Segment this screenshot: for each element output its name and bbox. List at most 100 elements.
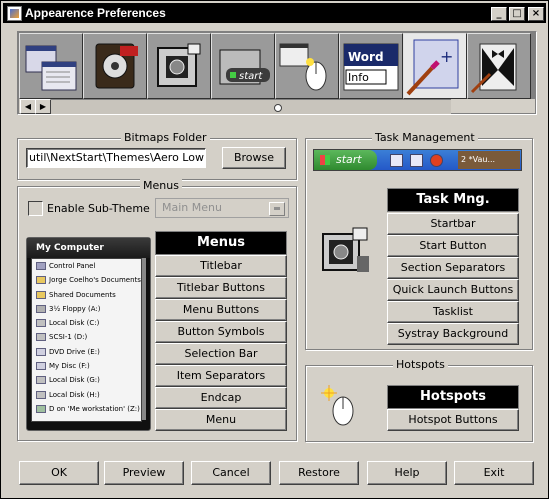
network-drive-icon [36, 404, 46, 413]
hotspot-buttons-button[interactable]: Hotspot Buttons [387, 409, 519, 431]
scroll-track[interactable] [51, 99, 451, 114]
category-icon-strip: start Word Info + ◀ ▶ [17, 31, 537, 115]
disc-icon [36, 362, 46, 371]
item-separators-button[interactable]: Item Separators [155, 365, 287, 387]
disk-icon [36, 376, 46, 385]
start-button-preview: start [314, 150, 377, 170]
maximize-button[interactable]: □ [509, 7, 525, 21]
bitmaps-folder-label: Bitmaps Folder [121, 131, 210, 144]
folder-icon [36, 276, 46, 285]
button-symbols-button[interactable]: Button Symbols [155, 321, 287, 343]
skins-tile[interactable]: + [403, 33, 467, 99]
start-button-button[interactable]: Start Button [387, 235, 519, 257]
svg-text:+: + [440, 47, 453, 66]
start-button-icon: start [219, 49, 270, 85]
exit-button[interactable]: Exit [454, 461, 534, 485]
cancel-button[interactable]: Cancel [191, 461, 271, 485]
taskmng-camera-icon [322, 227, 369, 272]
folder-icon [36, 290, 46, 299]
bitmaps-folder-path-field[interactable]: util\NextStart\Themes\Aero LowRes\ [26, 148, 206, 168]
minimize-button[interactable]: _ [491, 7, 507, 21]
menus-group-label: Menus [140, 179, 182, 192]
list-item: Local Disk (H:) [32, 388, 141, 402]
sub-theme-select[interactable]: Main Menu [155, 198, 289, 218]
menus-tile[interactable] [19, 33, 83, 99]
list-item: Control Panel [32, 259, 141, 273]
dvd-icon [36, 347, 46, 356]
sub-theme-select-value: Main Menu [162, 201, 222, 214]
start-text: start [336, 153, 362, 166]
list-item: My Disc (F:) [32, 359, 141, 373]
selection-bar-button[interactable]: Selection Bar [155, 343, 287, 365]
hotspots-header: Hotspots [387, 385, 519, 409]
windows-logo-icon [320, 155, 330, 165]
disk-icon [36, 390, 46, 399]
list-item: Shared Documents [32, 288, 141, 302]
list-item: D on 'Me workstation' (Z:) [32, 402, 141, 416]
titlebar-buttons-button[interactable]: Titlebar Buttons [155, 277, 287, 299]
hotspot-mouse-icon [321, 385, 354, 426]
tuxedo-tile[interactable] [467, 33, 531, 99]
preview-button[interactable]: Preview [104, 461, 184, 485]
browse-button[interactable]: Browse [222, 147, 286, 169]
film-reel-icon [95, 43, 138, 89]
tasklist-button[interactable]: Tasklist [387, 301, 519, 323]
tuxedo-icon [470, 43, 517, 94]
title-bar: Appearence Preferences _ □ × [3, 3, 546, 23]
scroll-thumb[interactable] [274, 104, 282, 112]
hotspots-group-label: Hotspots [393, 358, 448, 371]
systray-background-button[interactable]: Systray Background [387, 323, 519, 345]
list-item: 3½ Floppy (A:) [32, 302, 141, 316]
endcap-button[interactable]: Endcap [155, 387, 287, 409]
icon-strip-scrollbar[interactable]: ◀ ▶ [19, 99, 535, 114]
list-item: Local Disk (C:) [32, 316, 141, 330]
menu-preview-title: My Computer [27, 238, 150, 258]
quicklaunch-icon [390, 154, 403, 167]
camera-icon [157, 43, 201, 87]
disk-icon [36, 319, 46, 328]
menu-button[interactable]: Menu [155, 409, 287, 431]
menu-buttons-button[interactable]: Menu Buttons [155, 299, 287, 321]
window-paint-icon: + [406, 39, 459, 96]
window-title: Appearence Preferences [25, 6, 166, 20]
taskbar-preview: start 2 *Vau... [313, 149, 522, 171]
enable-sub-theme-checkbox[interactable] [28, 201, 43, 216]
mouse-click-icon [279, 43, 327, 91]
quick-launch-buttons-button[interactable]: Quick Launch Buttons [387, 279, 519, 301]
tray-preview: 2 *Vau... [458, 151, 520, 169]
scroll-left-button[interactable]: ◀ [20, 99, 36, 114]
help-button[interactable]: Help [367, 461, 447, 485]
svg-text:start: start [239, 71, 263, 82]
floppy-icon [36, 304, 46, 313]
list-item: Jorge Coelho's Documents [32, 273, 141, 287]
task-management-label: Task Management [372, 131, 478, 144]
startbar-tile[interactable]: start [211, 33, 275, 99]
control-panel-icon [36, 262, 46, 270]
word-label: Word [348, 50, 384, 64]
hotspots-tile[interactable] [275, 33, 339, 99]
fonts-tile[interactable]: Word Info [339, 33, 403, 99]
section-separators-button[interactable]: Section Separators [387, 257, 519, 279]
list-item: DVD Drive (E:) [32, 345, 141, 359]
quicklaunch-icon [430, 154, 443, 167]
ok-button[interactable]: OK [19, 461, 99, 485]
list-item: Local Disk (G:) [32, 373, 141, 387]
menus-header: Menus [155, 231, 287, 255]
dropdown-arrow-icon [269, 202, 285, 216]
bitmaps-tile[interactable] [147, 33, 211, 99]
appearance-preferences-window: Appearence Preferences _ □ × start Word … [0, 0, 549, 499]
menu-windows-icon [25, 45, 77, 91]
bitmaps-folder-group: Bitmaps Folder util\NextStart\Themes\Aer… [17, 131, 297, 180]
close-button[interactable]: × [528, 7, 544, 21]
word-info-icon: Word Info [343, 43, 399, 91]
enable-sub-theme-label: Enable Sub-Theme [47, 202, 150, 215]
titlebar-button[interactable]: Titlebar [155, 255, 287, 277]
quicklaunch-icon [410, 154, 423, 167]
restore-button[interactable]: Restore [279, 461, 359, 485]
scroll-right-button[interactable]: ▶ [35, 99, 51, 114]
menu-preview-list: Control Panel Jorge Coelho's Documents S… [31, 258, 142, 422]
menu-preview-scrollbar [142, 258, 146, 420]
film-tile[interactable] [83, 33, 147, 99]
menu-preview: My Computer Control Panel Jorge Coelho's… [26, 237, 151, 431]
startbar-button[interactable]: Startbar [387, 213, 519, 235]
